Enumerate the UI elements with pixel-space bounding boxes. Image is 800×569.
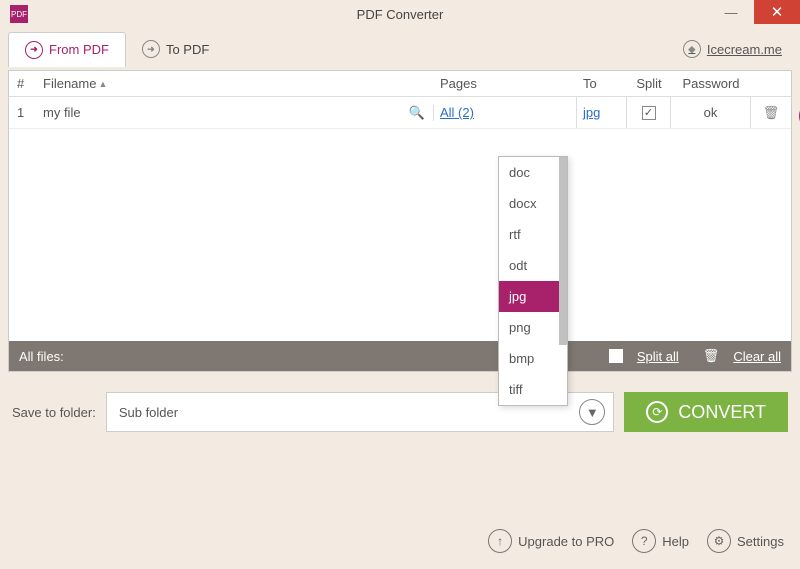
save-label: Save to folder:	[12, 405, 96, 420]
title-bar: PDF PDF Converter — ✕	[0, 0, 800, 28]
upgrade-label: Upgrade to PRO	[518, 534, 614, 549]
tab-label: From PDF	[49, 42, 109, 57]
header-filename[interactable]: Filename ▲	[39, 76, 434, 91]
tab-to-pdf[interactable]: ➜ To PDF	[126, 32, 225, 66]
app-icon: PDF	[10, 5, 28, 23]
trash-icon: 🗑	[703, 348, 720, 364]
dropdown-item-doc[interactable]: doc	[499, 157, 567, 188]
header-to[interactable]: To	[577, 76, 627, 91]
bottom-links: ↑ Upgrade to PRO ? Help ⚙ Settings	[488, 529, 784, 553]
tab-label: To PDF	[166, 42, 209, 57]
trash-icon[interactable]: 🗑	[763, 105, 780, 121]
minimize-button[interactable]: —	[708, 0, 754, 24]
gear-icon: ⚙	[707, 529, 731, 553]
window-title: PDF Converter	[357, 7, 444, 22]
sort-asc-icon: ▲	[98, 79, 107, 89]
split-checkbox[interactable]: ✓	[642, 106, 656, 120]
dropdown-item-bmp[interactable]: bmp	[499, 343, 567, 374]
dropdown-item-rtf[interactable]: rtf	[499, 219, 567, 250]
header-num[interactable]: #	[9, 76, 39, 91]
row-num: 1	[9, 105, 39, 120]
clear-all-link[interactable]: Clear all	[733, 349, 781, 364]
upgrade-icon: ↑	[488, 529, 512, 553]
to-format-value[interactable]: jpg	[583, 105, 600, 120]
header-filename-label: Filename	[43, 76, 96, 91]
split-cell[interactable]: ✓	[627, 97, 671, 128]
settings-button[interactable]: ⚙ Settings	[707, 529, 784, 553]
to-pdf-icon: ➜	[142, 40, 160, 58]
dropdown-item-png[interactable]: png	[499, 312, 567, 343]
all-files-bar: All files: Split all 🗑 Clear all	[9, 341, 791, 371]
tab-from-pdf[interactable]: ➜ From PDF	[8, 32, 126, 67]
convert-button[interactable]: ⟳ CONVERT	[624, 392, 788, 432]
split-all-checkbox[interactable]	[609, 349, 623, 363]
table-header: # Filename ▲ Pages To Split Password	[9, 71, 791, 97]
help-label: Help	[662, 534, 689, 549]
file-table: # Filename ▲ Pages To Split Password 1 m…	[8, 70, 792, 372]
password-cell[interactable]: ok	[671, 97, 751, 128]
site-link-label: Icecream.me	[707, 42, 782, 57]
dropdown-item-docx[interactable]: docx	[499, 188, 567, 219]
dropdown-item-jpg[interactable]: jpg	[499, 281, 567, 312]
upgrade-button[interactable]: ↑ Upgrade to PRO	[488, 529, 614, 553]
dropdown-scrollbar[interactable]	[559, 157, 567, 345]
site-link[interactable]: ◆ Icecream.me	[683, 40, 792, 58]
header-password[interactable]: Password	[671, 76, 751, 91]
save-row: Save to folder: Sub folder ▼ ⟳ CONVERT	[0, 372, 800, 432]
dropdown-item-odt[interactable]: odt	[499, 250, 567, 281]
settings-label: Settings	[737, 534, 784, 549]
tabs-row: ➜ From PDF ➜ To PDF ◆ Icecream.me	[0, 28, 800, 70]
filename-cell[interactable]: my file 🔍	[39, 105, 434, 121]
pages-link[interactable]: All (2)	[440, 105, 474, 120]
convert-label: CONVERT	[678, 402, 766, 423]
folder-dropdown-icon[interactable]: ▼	[579, 399, 605, 425]
convert-icon: ⟳	[646, 401, 668, 423]
help-icon: ?	[632, 529, 656, 553]
folder-value: Sub folder	[119, 405, 178, 420]
to-format-cell[interactable]: jpg	[577, 97, 627, 128]
pages-cell[interactable]: All (2)	[434, 97, 577, 128]
filename-text: my file	[43, 105, 81, 120]
header-pages[interactable]: Pages	[434, 76, 577, 91]
split-all-link[interactable]: Split all	[637, 349, 679, 364]
header-split[interactable]: Split	[627, 76, 671, 91]
help-button[interactable]: ? Help	[632, 529, 689, 553]
all-files-label: All files:	[19, 349, 64, 364]
dropdown-item-tiff[interactable]: tiff	[499, 374, 567, 405]
close-button[interactable]: ✕	[754, 0, 800, 24]
table-body-empty	[9, 129, 791, 341]
icecream-icon: ◆	[683, 40, 701, 58]
from-pdf-icon: ➜	[25, 41, 43, 59]
preview-icon[interactable]: 🔍	[409, 105, 425, 121]
table-row: 1 my file 🔍 All (2) jpg ✓ ok 🗑	[9, 97, 791, 129]
format-dropdown: doc docx rtf odt jpg png bmp tiff	[498, 156, 568, 406]
